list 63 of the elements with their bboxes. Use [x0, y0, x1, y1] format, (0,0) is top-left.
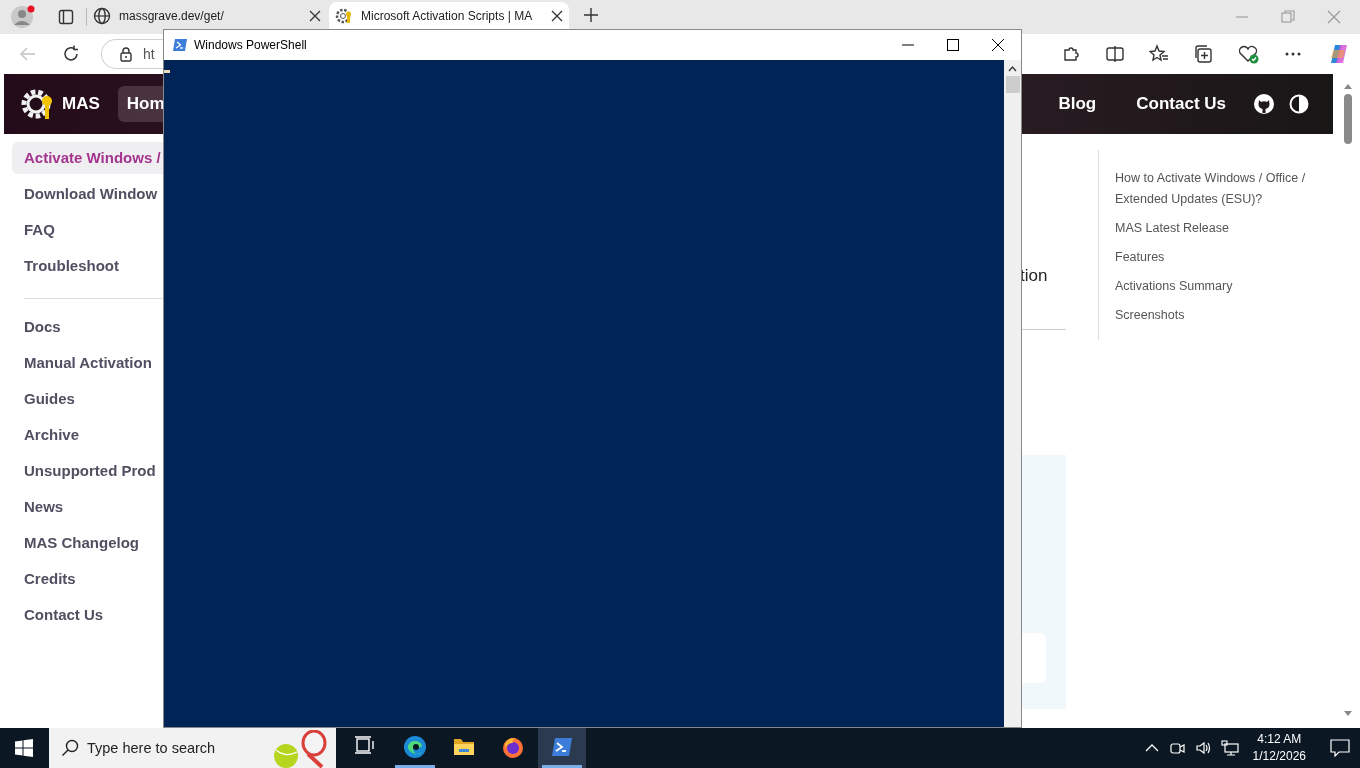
window-title: Windows PowerShell [194, 37, 307, 54]
windows-start-icon[interactable] [15, 739, 33, 757]
close-icon[interactable] [551, 9, 563, 22]
tab-title: massgrave.dev/get/ [119, 7, 225, 25]
network-icon[interactable] [1220, 740, 1239, 756]
volume-icon[interactable] [1194, 740, 1211, 756]
browser-tab[interactable]: Microsoft Activation Scripts | MA [329, 2, 569, 29]
sidebar-link[interactable]: Docs [12, 311, 163, 343]
sidebar-link[interactable]: Credits [12, 563, 163, 595]
close-icon[interactable] [992, 39, 1004, 51]
new-tab-icon[interactable] [583, 7, 599, 23]
toc-link[interactable]: Activations Summary [1115, 276, 1336, 297]
site-logo[interactable]: MAS [62, 91, 100, 117]
sidebar-link[interactable]: MAS Changelog [12, 527, 163, 559]
heartbeat-icon[interactable] [1237, 44, 1259, 64]
toc-link[interactable]: How to Activate Windows / Office / Extended Updates (ESU)? [1115, 168, 1336, 210]
clock[interactable]: 4:12 AM 1/12/2026 [1248, 731, 1310, 765]
puzzle-icon[interactable] [1061, 44, 1081, 64]
sidebar-link[interactable]: Download Window [12, 178, 163, 210]
camera-icon[interactable] [1168, 740, 1185, 756]
sidebar-link[interactable]: Manual Activation [12, 347, 163, 379]
scrollbar-thumb[interactable] [1005, 76, 1020, 93]
maximize-icon[interactable] [947, 39, 959, 51]
gear-key-icon [335, 6, 353, 25]
sidebar-link[interactable]: Activate Windows / [12, 142, 163, 174]
clock-date: 1/12/2026 [1252, 748, 1306, 765]
scroll-up-icon[interactable] [1008, 66, 1017, 72]
favorites-icon[interactable] [1149, 44, 1169, 64]
notification-icon[interactable] [1330, 739, 1350, 757]
profile-icon[interactable] [10, 4, 36, 30]
tab-title: Microsoft Activation Scripts | MA [361, 7, 534, 25]
browser-tab[interactable]: massgrave.dev/get/ [87, 2, 327, 29]
close-icon[interactable] [309, 9, 321, 22]
search-field[interactable]: Type here to search [49, 728, 336, 768]
powershell-icon [172, 38, 188, 52]
lock-icon [118, 46, 134, 62]
toc-link[interactable]: Screenshots [1115, 305, 1336, 326]
chevron-up-icon[interactable] [1144, 743, 1159, 753]
theme-toggle-icon[interactable] [1289, 94, 1309, 114]
sidebar-link[interactable]: Guides [12, 383, 163, 415]
sidebar-link[interactable]: FAQ [12, 214, 163, 246]
address-text: ht [143, 44, 155, 64]
sidebar-link[interactable]: News [12, 491, 163, 523]
search-icon [61, 739, 79, 757]
browser-swirl-icon [403, 734, 427, 759]
sidebar-link[interactable]: Contact Us [12, 599, 163, 631]
nav-link[interactable]: Contact Us [1127, 86, 1235, 122]
scroll-down-icon[interactable] [1343, 710, 1353, 718]
clock-time: 4:12 AM [1257, 731, 1302, 748]
nav-link[interactable]: Blog [1049, 86, 1106, 122]
sidebar-link[interactable]: Troubleshoot [12, 250, 163, 282]
toc-link[interactable]: MAS Latest Release [1115, 218, 1336, 239]
toc-link[interactable]: Features [1115, 247, 1336, 268]
globe-icon [93, 6, 111, 25]
github-icon[interactable] [1253, 93, 1275, 115]
refresh-icon[interactable] [61, 44, 81, 64]
sidebar-link[interactable]: Unsupported Prod [12, 455, 163, 487]
scrollbar-thumb[interactable] [1344, 94, 1352, 144]
split-screen-icon[interactable] [1105, 44, 1125, 64]
tab-actions-icon[interactable] [58, 9, 74, 25]
collections-icon[interactable] [1193, 44, 1213, 64]
sidebar-link[interactable]: Archive [12, 419, 163, 451]
text-cursor [164, 70, 170, 73]
